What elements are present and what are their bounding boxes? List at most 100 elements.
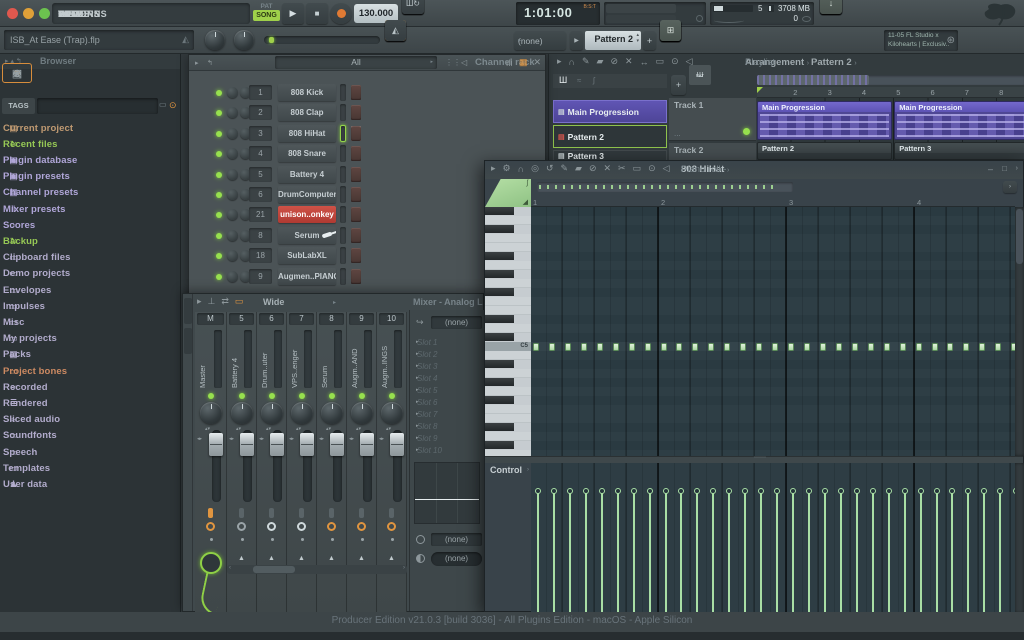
note-c5-21[interactable] xyxy=(852,343,858,351)
channel-number[interactable]: 2 xyxy=(249,105,272,120)
piano-roll-menu-icon[interactable]: ▸ xyxy=(491,163,496,174)
channel-button-battery-4[interactable]: Battery 4 xyxy=(278,166,336,183)
stereo-sep-control[interactable]: ▴▾ xyxy=(266,426,271,432)
stereo-sep-control[interactable]: ▴▾ xyxy=(356,426,361,432)
velocity-head-6[interactable] xyxy=(615,488,621,494)
velocity-head-3[interactable] xyxy=(567,488,573,494)
velocity-head-23[interactable] xyxy=(886,488,892,494)
browser-item-speech[interactable]: ▭Speech xyxy=(0,444,180,460)
mixer-detach-icon[interactable]: ▸ xyxy=(197,296,202,307)
mixer-slot-3[interactable]: ▸Slot 3 xyxy=(414,360,484,372)
velocity-stem-7[interactable] xyxy=(633,493,635,613)
mixer-track-number[interactable]: 6 xyxy=(259,313,284,325)
master-pitch-knob[interactable] xyxy=(234,30,254,50)
mixer-view-arrow[interactable]: ▸ xyxy=(333,299,336,306)
channel-number[interactable]: 3 xyxy=(249,126,272,141)
channel-button-808-snare[interactable]: 808 Snare xyxy=(278,145,336,162)
channel-button-808-kick[interactable]: 808 Kick xyxy=(278,84,336,101)
note-c5-4[interactable] xyxy=(581,343,587,351)
note-c5-9[interactable] xyxy=(661,343,667,351)
velocity-lane[interactable] xyxy=(531,463,1015,613)
channel-button-drumcomputer[interactable]: DrumComputer xyxy=(278,186,336,203)
playlist-zoom-icon[interactable]: ⊙ xyxy=(671,56,679,67)
channel-number[interactable]: 8 xyxy=(249,228,272,243)
white-key[interactable] xyxy=(485,414,531,423)
velocity-head-1[interactable] xyxy=(535,488,541,494)
piano-roll-undo-icon[interactable]: ↺ xyxy=(546,163,554,174)
velocity-stem-9[interactable] xyxy=(665,493,667,613)
track-header-track-1[interactable]: Track 1... xyxy=(669,98,756,141)
mixer-track-number[interactable]: 8 xyxy=(319,313,344,325)
browser-item-current-project[interactable]: ▤Current project xyxy=(0,120,180,136)
picker-patterns-icon[interactable]: Ш xyxy=(559,75,567,85)
render-button[interactable]: ↓ xyxy=(820,0,842,14)
volume-fader-handle[interactable] xyxy=(240,433,254,456)
stereo-toggle[interactable] xyxy=(329,508,334,518)
browser-item-recorded[interactable]: ≈Recorded xyxy=(0,379,180,395)
mixer-pan-knob[interactable] xyxy=(291,402,313,424)
velocity-head-2[interactable] xyxy=(551,488,557,494)
channel-button-808-clap[interactable]: 808 Clap xyxy=(278,104,336,121)
route-to-master-arrow[interactable]: ▲ xyxy=(328,555,335,562)
white-key[interactable] xyxy=(485,369,531,378)
pat-mode-label[interactable]: PAT xyxy=(253,3,280,10)
note-c5-19[interactable] xyxy=(820,343,826,351)
channel-number[interactable]: 21 xyxy=(249,207,272,222)
minimize-icon[interactable]: – xyxy=(988,164,993,174)
note-c5-17[interactable] xyxy=(788,343,794,351)
black-key[interactable] xyxy=(485,441,531,450)
control-label[interactable]: Control xyxy=(490,465,522,475)
browser-item-demo-projects[interactable]: ▭Demo projects xyxy=(0,266,180,282)
channel-enable-led[interactable] xyxy=(216,172,222,178)
velocity-head-24[interactable] xyxy=(902,488,908,494)
note-c5-3[interactable] xyxy=(565,343,571,351)
stereo-sep-control[interactable]: ▴▾ xyxy=(296,426,301,432)
black-key[interactable] xyxy=(485,396,531,405)
piano-roll-scrollbar[interactable] xyxy=(537,182,793,192)
shuffle-slider-handle[interactable] xyxy=(269,37,274,43)
note-c5-8[interactable] xyxy=(645,343,651,351)
playlist-paint-icon[interactable]: ▰ xyxy=(597,56,604,67)
macos-minimize-button[interactable] xyxy=(23,8,34,19)
pan-arrows[interactable]: ◂▸ xyxy=(379,436,384,442)
channel-pan-knob[interactable] xyxy=(227,148,238,159)
velocity-stem-13[interactable] xyxy=(728,493,730,613)
velocity-head-19[interactable] xyxy=(822,488,828,494)
channel-enable-led[interactable] xyxy=(216,151,222,157)
note-c5-30[interactable] xyxy=(995,343,1001,351)
playlist-timeline[interactable]: 2345678 xyxy=(757,87,1024,98)
white-key[interactable]: C5 xyxy=(485,342,531,351)
channel-number[interactable]: 4 xyxy=(249,146,272,161)
note-c5-18[interactable] xyxy=(804,343,810,351)
pan-arrows[interactable]: ◂▸ xyxy=(197,436,202,442)
white-key[interactable] xyxy=(485,324,531,333)
piano-roll-zoom-icon[interactable]: ⊙ xyxy=(648,163,656,174)
velocity-stem-4[interactable] xyxy=(585,493,587,613)
channel-button-serum[interactable]: Serum xyxy=(278,227,336,244)
white-key[interactable] xyxy=(485,261,531,270)
velocity-stem-2[interactable] xyxy=(553,493,555,613)
white-key[interactable] xyxy=(485,306,531,315)
piano-roll-select-icon[interactable]: ▭ xyxy=(633,163,642,174)
rack-menu-icon[interactable]: ▸ xyxy=(195,59,199,67)
browser-item-envelopes[interactable]: ▭Envelopes xyxy=(0,282,180,298)
pattern-selector[interactable]: Pattern 2 ▴▾ xyxy=(585,31,641,50)
mixer-track-number[interactable]: 9 xyxy=(349,313,374,325)
record-arm-ring[interactable] xyxy=(357,522,366,531)
browser-item-sliced-audio[interactable]: ≈Sliced audio xyxy=(0,412,180,428)
route-to-master-arrow[interactable]: ▲ xyxy=(358,555,365,562)
browser-search-input[interactable] xyxy=(37,98,158,114)
toggle-shop-button[interactable]: ⊞ xyxy=(660,20,681,41)
mixer-slot-4[interactable]: ▸Slot 4 xyxy=(414,372,484,384)
velocity-stem-25[interactable] xyxy=(920,493,922,613)
velocity-stem-15[interactable] xyxy=(760,493,762,613)
clip-pattern-2[interactable]: Pattern 2 xyxy=(757,142,892,160)
velocity-stem-10[interactable] xyxy=(680,493,682,613)
mixer-track-led[interactable] xyxy=(359,393,365,399)
note-c5-13[interactable] xyxy=(724,343,730,351)
menu-help[interactable]: HELP xyxy=(55,9,86,19)
pattern-picker-arrow[interactable]: ▶ xyxy=(570,31,583,50)
black-key[interactable] xyxy=(485,315,531,324)
velocity-stem-29[interactable] xyxy=(983,493,985,613)
note-c5-26[interactable] xyxy=(932,343,938,351)
